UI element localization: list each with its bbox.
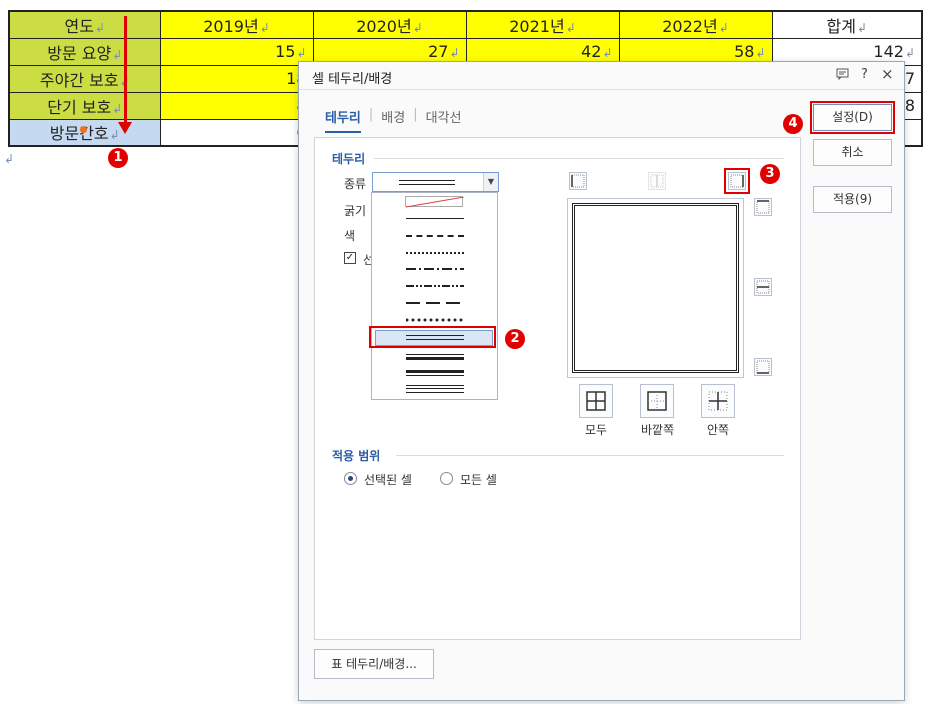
scope-group-label: 적용 범위 bbox=[332, 449, 381, 463]
dialog-title: 셀 테두리/배경 bbox=[312, 72, 393, 87]
header-cell-2020[interactable]: 2020년↲ bbox=[312, 10, 467, 39]
value-cell[interactable]: 15↲ bbox=[159, 37, 314, 66]
list-item-solid[interactable] bbox=[406, 218, 464, 219]
highlight-box-ok bbox=[810, 101, 895, 134]
color-label: 색 bbox=[344, 229, 356, 243]
triple-middle-line bbox=[406, 388, 464, 389]
line-type-list[interactable] bbox=[371, 192, 498, 400]
top-border-icon[interactable] bbox=[754, 198, 772, 216]
header-cell-year[interactable]: 연도↲ bbox=[8, 10, 161, 39]
help-icon[interactable]: ? bbox=[861, 67, 868, 82]
list-item-none[interactable] bbox=[405, 196, 464, 208]
list-item-triple[interactable] bbox=[406, 385, 464, 393]
list-item-dotted[interactable] bbox=[406, 252, 464, 254]
row-label-cell[interactable]: 단기 보호↲ bbox=[8, 91, 161, 120]
preview-cell bbox=[572, 203, 739, 373]
paragraph-mark: ↲ bbox=[4, 152, 15, 166]
left-border-icon[interactable] bbox=[569, 172, 587, 190]
tab-diagonal[interactable]: 대각선 bbox=[426, 107, 462, 133]
inner-borders-icon[interactable] bbox=[701, 384, 735, 418]
row-label-cell[interactable]: 주야간 보호↲ bbox=[8, 64, 161, 93]
list-item-dashed[interactable] bbox=[406, 235, 464, 237]
cell-border-dialog: 셀 테두리/배경 ? × 테두리 | 배경 | 대각선 테두리 종류 ▼ 굵기 … bbox=[298, 61, 905, 701]
table-border-button[interactable]: 표 테두리/배경... bbox=[314, 649, 434, 679]
close-icon[interactable]: × bbox=[881, 65, 894, 83]
border-group-label: 테두리 bbox=[332, 152, 366, 166]
tab-separator: | bbox=[368, 107, 374, 122]
value-cell[interactable]: 8 bbox=[159, 91, 314, 120]
tab-border[interactable]: 테두리 bbox=[325, 107, 361, 133]
scope-all-label: 모든 셀 bbox=[460, 473, 497, 487]
step-badge-2: 2 bbox=[505, 329, 525, 349]
step-badge-4: 4 bbox=[783, 114, 803, 134]
vertical-inner-border-icon[interactable] bbox=[648, 172, 666, 190]
type-label: 종류 bbox=[344, 177, 367, 191]
cancel-button[interactable]: 취소 bbox=[813, 139, 892, 166]
table-header-row: 연도↲ 2019년↲ 2020년↲ 2021년↲ 2022년↲ 합계↲ bbox=[8, 10, 923, 39]
header-cell-2019[interactable]: 2019년↲ bbox=[159, 10, 314, 39]
horizontal-inner-border-icon[interactable] bbox=[754, 278, 772, 296]
line-checkbox[interactable]: ✓ bbox=[344, 252, 356, 264]
border-preview[interactable] bbox=[567, 198, 744, 378]
comment-icon[interactable] bbox=[836, 68, 849, 84]
line-type-select[interactable]: ▼ bbox=[372, 172, 499, 192]
dialog-titlebar: 셀 테두리/배경 ? × bbox=[299, 62, 904, 90]
tab-background[interactable]: 배경 bbox=[381, 107, 405, 133]
highlight-box-right-border bbox=[724, 168, 750, 194]
scope-selected-radio[interactable] bbox=[344, 472, 357, 485]
group-divider bbox=[396, 455, 784, 456]
header-cell-2022[interactable]: 2022년↲ bbox=[618, 10, 773, 39]
selection-arrow-head bbox=[118, 122, 132, 134]
list-item-thin-thick[interactable] bbox=[406, 354, 464, 360]
group-divider bbox=[374, 158, 784, 159]
scope-all-radio[interactable] bbox=[440, 472, 453, 485]
outer-borders-label: 바깥쪽 bbox=[641, 423, 675, 437]
apply-button[interactable]: 적용(9) bbox=[813, 186, 892, 213]
tab-separator: | bbox=[413, 107, 418, 122]
header-cell-total[interactable]: 합계↲ bbox=[771, 10, 923, 39]
value-cell[interactable]: 6 bbox=[159, 118, 314, 147]
step-badge-3: 3 bbox=[760, 164, 780, 184]
highlight-box-line-type bbox=[369, 326, 496, 348]
tab-bar: 테두리 | 배경 | 대각선 bbox=[325, 107, 461, 133]
inner-borders-label: 안쪽 bbox=[707, 423, 730, 437]
value-cell[interactable]: 18 bbox=[159, 64, 314, 93]
scope-selected-label: 선택된 셀 bbox=[364, 473, 412, 487]
thickness-label: 굵기 bbox=[344, 204, 367, 218]
double-line-sample bbox=[399, 180, 455, 185]
header-cell-2021[interactable]: 2021년↲ bbox=[465, 10, 620, 39]
outer-borders-icon[interactable] bbox=[640, 384, 674, 418]
cursor-dot bbox=[80, 126, 87, 133]
all-borders-label: 모두 bbox=[585, 423, 608, 437]
bottom-border-icon[interactable] bbox=[754, 358, 772, 376]
selection-arrow-line bbox=[124, 16, 127, 124]
all-borders-icon[interactable] bbox=[579, 384, 613, 418]
row-label-cell[interactable]: 방문 요양↲ bbox=[8, 37, 161, 66]
chevron-down-icon[interactable]: ▼ bbox=[483, 173, 498, 191]
list-item-thick-thin[interactable] bbox=[406, 370, 464, 376]
step-badge-1: 1 bbox=[108, 148, 128, 168]
